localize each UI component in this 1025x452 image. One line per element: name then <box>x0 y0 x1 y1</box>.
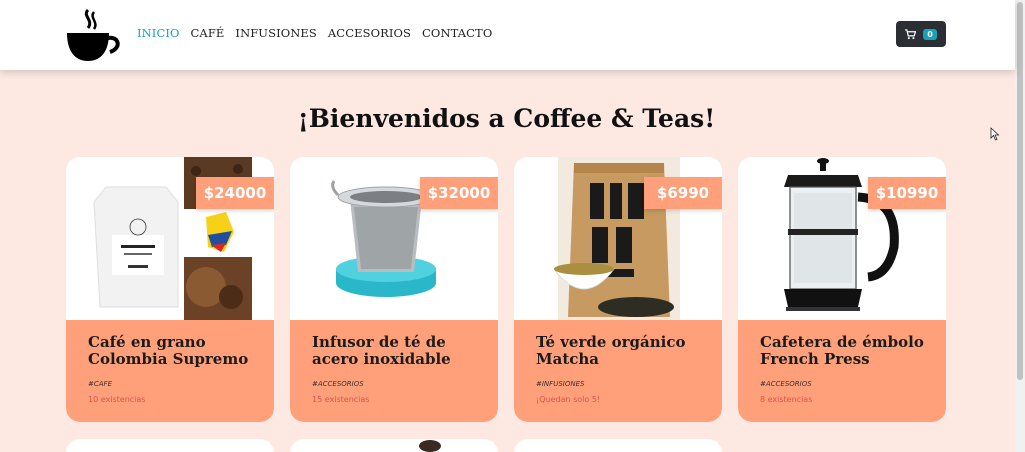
cart-icon <box>905 28 917 39</box>
nav-link-contacto[interactable]: CONTACTO <box>422 26 492 40</box>
product-card-body: Café en grano Colombia Supremo #CAFE 10 … <box>66 320 274 422</box>
product-title[interactable]: Infusor de té de acero inoxidable <box>312 334 476 368</box>
product-title[interactable]: Cafetera de émbolo French Press <box>760 334 924 368</box>
product-card-partial[interactable] <box>290 439 498 452</box>
product-card-body: Infusor de té de acero inoxidable #ACCES… <box>290 320 498 422</box>
product-card-body: Té verde orgánico Matcha #INFUSIONES ¡Qu… <box>514 320 722 422</box>
product-card-partial[interactable] <box>66 439 274 452</box>
product-card[interactable]: $10990 Cafetera de émbolo French Press #… <box>738 157 946 422</box>
cart-button[interactable]: 0 <box>896 21 946 47</box>
product-card[interactable]: $32000 Infusor de té de acero inoxidable… <box>290 157 498 422</box>
product-card-body: Cafetera de émbolo French Press #ACCESOR… <box>738 320 946 422</box>
product-tag[interactable]: #INFUSIONES <box>536 380 700 388</box>
product-stock: 8 existencias <box>760 395 813 404</box>
coffee-cup-logo-icon[interactable] <box>64 8 122 64</box>
product-stock: ¡Quedan solo 5! <box>536 395 601 404</box>
product-image-french-press[interactable]: $10990 <box>738 157 946 320</box>
nav-link-accesorios[interactable]: ACCESORIOS <box>328 26 411 40</box>
product-tag[interactable]: #ACCESORIOS <box>312 380 476 388</box>
product-card-partial[interactable] <box>514 439 722 452</box>
product-title[interactable]: Té verde orgánico Matcha <box>536 334 700 368</box>
scrollbar-thumb[interactable] <box>1017 2 1023 380</box>
price-tag: $32000 <box>420 177 498 209</box>
product-card[interactable]: $24000 Café en grano Colombia Supremo #C… <box>66 157 274 422</box>
product-stock: 15 existencias <box>312 395 370 404</box>
product-tag[interactable]: #ACCESORIOS <box>760 380 924 388</box>
price-tag: $24000 <box>196 177 274 209</box>
navbar: INICIO CAFÉ INFUSIONES ACCESORIOS CONTAC… <box>0 0 1015 70</box>
cart-count-badge: 0 <box>923 28 937 40</box>
page-title: ¡Bienvenidos a Coffee & Teas! <box>297 104 716 133</box>
nav-link-inicio[interactable]: INICIO <box>137 26 180 40</box>
product-image-coffee-bag[interactable]: $24000 <box>66 157 274 320</box>
price-tag: $6990 <box>644 177 722 209</box>
nav-link-cafe[interactable]: CAFÉ <box>191 26 225 40</box>
product-tag[interactable]: #CAFE <box>88 380 252 388</box>
product-title[interactable]: Café en grano Colombia Supremo <box>88 334 252 368</box>
mouse-cursor-icon <box>990 127 1000 141</box>
product-stock: 10 existencias <box>88 395 146 404</box>
product-card[interactable]: $6990 Té verde orgánico Matcha #INFUSION… <box>514 157 722 422</box>
product-image-tea-infuser[interactable]: $32000 <box>290 157 498 320</box>
nav-link-infusiones[interactable]: INFUSIONES <box>235 26 316 40</box>
price-tag: $10990 <box>868 177 946 209</box>
main-nav: INICIO CAFÉ INFUSIONES ACCESORIOS CONTAC… <box>137 26 492 40</box>
product-image-matcha[interactable]: $6990 <box>514 157 722 320</box>
